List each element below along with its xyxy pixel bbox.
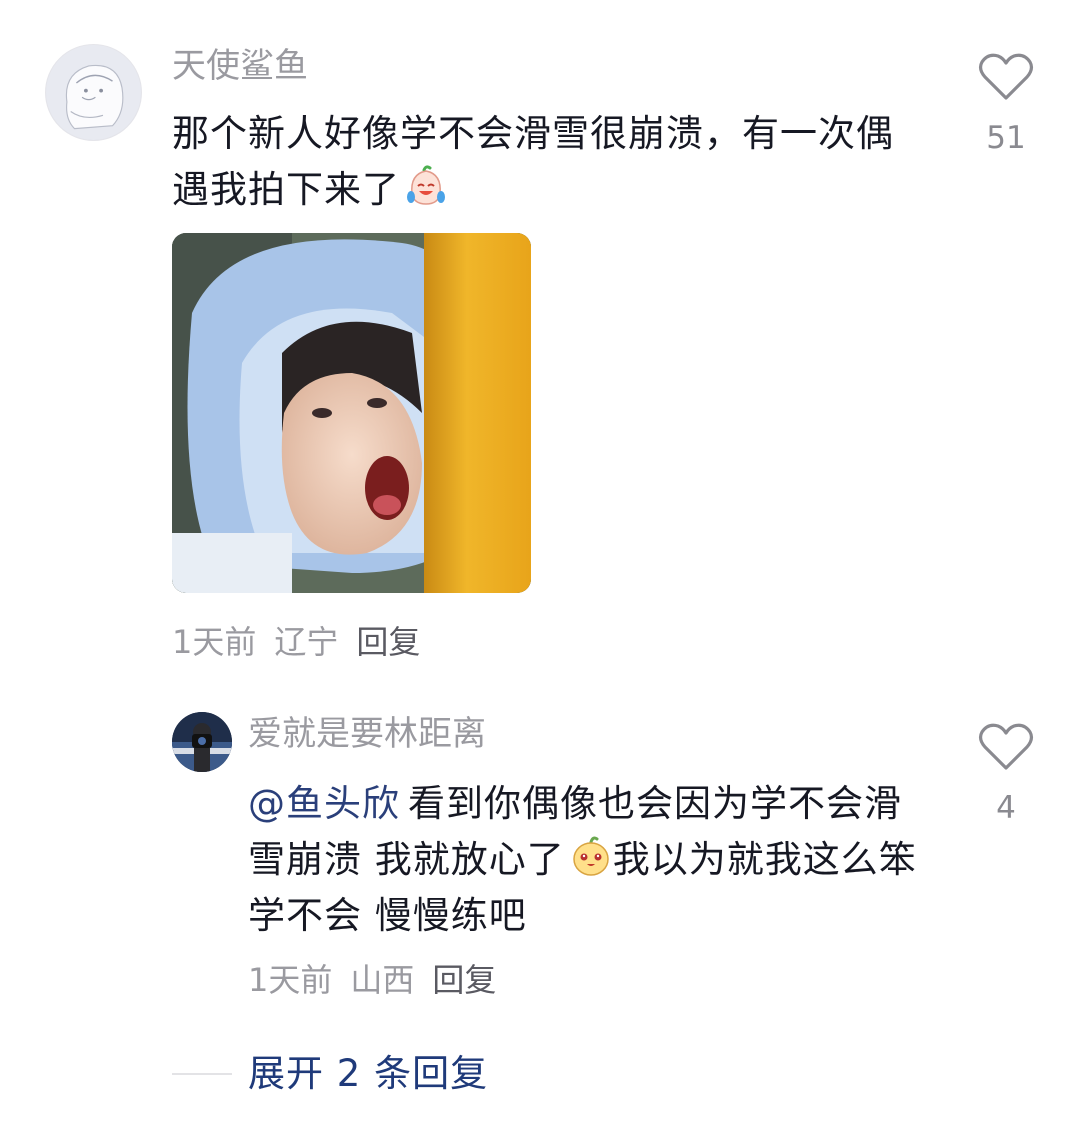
- like-button[interactable]: 51: [972, 52, 1040, 156]
- comment-photo[interactable]: [172, 233, 531, 593]
- timestamp: 1天前: [172, 623, 257, 661]
- smiling-mango-icon: [569, 834, 613, 878]
- reply-button[interactable]: 回复: [356, 623, 420, 661]
- reply-like-button[interactable]: 4: [972, 722, 1040, 826]
- crying-laughing-peach-icon: [404, 164, 448, 208]
- comment-text: 那个新人好像学不会滑雪很崩溃，有一次偶遇我拍下来了: [172, 106, 912, 218]
- reply-timestamp: 1天前: [248, 961, 333, 999]
- reply-text: @鱼头欣 看到你偶像也会因为学不会滑雪崩溃 我就放心了 我以为就我这么笨学不会 慢…: [248, 776, 918, 944]
- avatar[interactable]: [45, 44, 142, 141]
- comment-body: 那个新人好像学不会滑雪很崩溃，有一次偶遇我拍下来了: [172, 112, 894, 211]
- reply-username[interactable]: 爱就是要林距离: [248, 712, 486, 756]
- mention-link[interactable]: @鱼头欣: [248, 782, 400, 825]
- heart-icon: [978, 53, 1034, 100]
- like-count: 51: [986, 120, 1026, 156]
- heart-icon: [978, 723, 1034, 770]
- reply-like-count: 4: [996, 790, 1016, 826]
- reply-location: 山西: [350, 961, 415, 999]
- comment-meta: 1天前 辽宁 回复: [172, 620, 438, 664]
- expand-replies-button[interactable]: 展开 2 条回复: [248, 1050, 488, 1098]
- reply-meta: 1天前 山西 回复: [248, 958, 514, 1002]
- username[interactable]: 天使鲨鱼: [172, 44, 308, 88]
- location: 辽宁: [274, 623, 339, 661]
- reply-avatar[interactable]: [172, 712, 232, 772]
- divider-line: [172, 1073, 232, 1075]
- reply-reply-button[interactable]: 回复: [432, 961, 496, 999]
- comment-thread: 天使鲨鱼 那个新人好像学不会滑雪很崩溃，有一次偶遇我拍下来了 1天前 辽宁 回复…: [0, 0, 1079, 1121]
